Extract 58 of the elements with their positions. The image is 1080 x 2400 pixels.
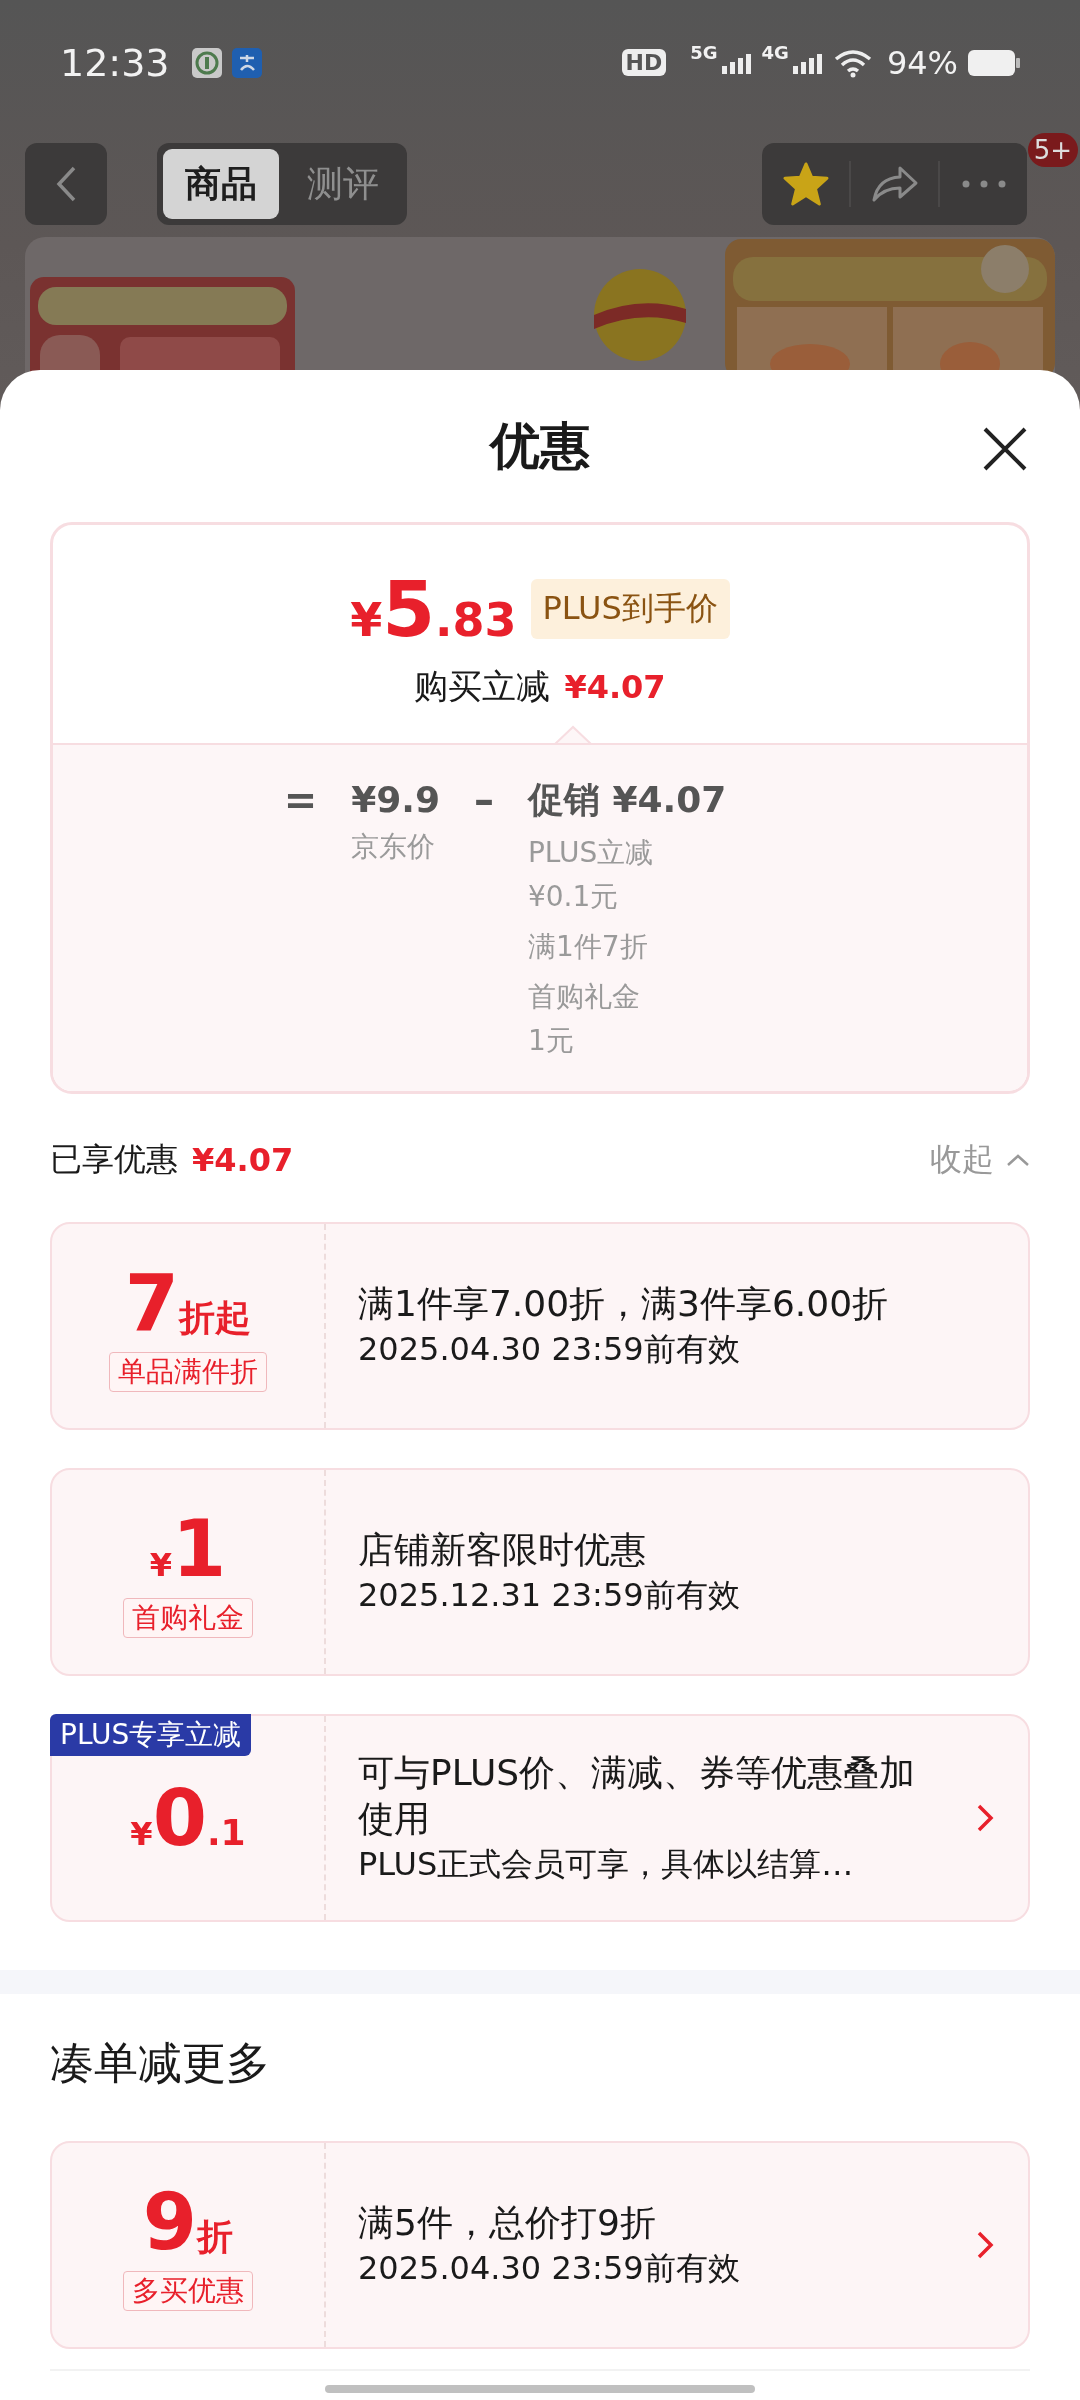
hd-indicator: HD [621, 49, 667, 76]
promotion-item: ¥0.1元 [527, 879, 620, 915]
equals-sign: = [283, 776, 318, 825]
coupon-validity: 2025.04.30 23:59前有效 [358, 2248, 741, 2289]
signal-icon [792, 51, 823, 74]
currency-symbol: ¥ [149, 1546, 172, 1584]
base-price-label: 京东价 [351, 829, 437, 865]
base-price: ¥9.9 [351, 778, 440, 822]
sheet-title: 优惠 [490, 415, 590, 477]
currency-symbol: ¥ [130, 1815, 153, 1853]
more-icon [961, 180, 1006, 188]
saving-label: 购买立减 [414, 664, 551, 708]
final-price: ¥5.83 [350, 564, 517, 654]
coupon-unit: 折起 [179, 1296, 252, 1340]
battery-percent: 94% [886, 43, 958, 82]
coupon-value: 0 [152, 1775, 207, 1861]
promotion-item: PLUS立减 [527, 835, 655, 871]
tab[interactable]: 商品 [163, 149, 279, 219]
coupon-card[interactable]: ¥1 首购礼金 店铺新客限时优惠 2025.12.31 23:59前有效 [50, 1468, 1030, 1676]
minus-sign: – [473, 776, 494, 825]
promotion-item: 1元 [527, 1023, 575, 1059]
coupon-card[interactable]: 7折起 单品满件折 满1件享7.00折，满3件享6.00折 2025.04.30 23:59前有效 [50, 1222, 1030, 1430]
coupon-description: 满1件享7.00折，满3件享6.00折 [358, 1282, 890, 1326]
coupon-card[interactable]: 9折 多买优惠 满5件，总价打9折 2025.04.30 23:59前有效 [50, 2141, 1030, 2349]
app-notification-icon [231, 47, 262, 78]
app-notification-icon [191, 47, 222, 78]
section-heading: 凑单减更多 [50, 2036, 271, 2090]
back-button[interactable] [25, 143, 107, 225]
coupon-description: 店铺新客限时优惠 [358, 1528, 647, 1572]
promotion-item: 首购礼金 [527, 979, 641, 1015]
coupon-validity: 2025.12.31 23:59前有效 [358, 1575, 741, 1616]
promotion-total: 促销 ¥4.07 [527, 778, 727, 822]
close-icon [982, 426, 1028, 472]
signal-icon [721, 51, 752, 74]
coupon-unit: 折 [197, 2215, 234, 2259]
applied-discount-amount: ¥4.07 [192, 1141, 294, 1179]
network-label: 5G [690, 42, 718, 63]
back-icon [54, 164, 78, 204]
coupon-description: 可与PLUS价、满减、券等优惠叠加使用 [358, 1751, 917, 1841]
plus-price-tag: PLUS到手价 [530, 579, 730, 639]
saving-amount: ¥4.07 [564, 667, 666, 706]
status-time: 12:33 [60, 40, 170, 85]
wifi-icon [832, 47, 873, 78]
plus-badge: PLUS专享立减 [50, 1714, 252, 1756]
coupon-value: 1 [172, 1506, 227, 1592]
coupon-type-tag: 多买优惠 [123, 2271, 253, 2311]
coupon-validity: PLUS正式会员可享，具体以结算… [358, 1844, 855, 1885]
applied-discount-label: 已享优惠 [50, 1139, 178, 1180]
coupon-unit: .1 [206, 1812, 246, 1853]
network-label: 4G [761, 42, 789, 63]
coupon-description: 满5件，总价打9折 [358, 2201, 657, 2245]
coupon-type-tag: 首购礼金 [123, 1598, 253, 1638]
battery-icon [968, 49, 1020, 76]
coupon-type-tag: 单品满件折 [109, 1352, 267, 1392]
notification-badge: 5+ [1027, 133, 1078, 167]
coupon-card[interactable]: PLUS专享立减 ¥0.1 可与PLUS价、满减、券等优惠叠加使用 PLUS正式会员可享，具体以结算… [50, 1714, 1030, 1922]
coupon-validity: 2025.04.30 23:59前有效 [358, 1329, 741, 1370]
promotion-item: 满1件7折 [527, 929, 649, 965]
